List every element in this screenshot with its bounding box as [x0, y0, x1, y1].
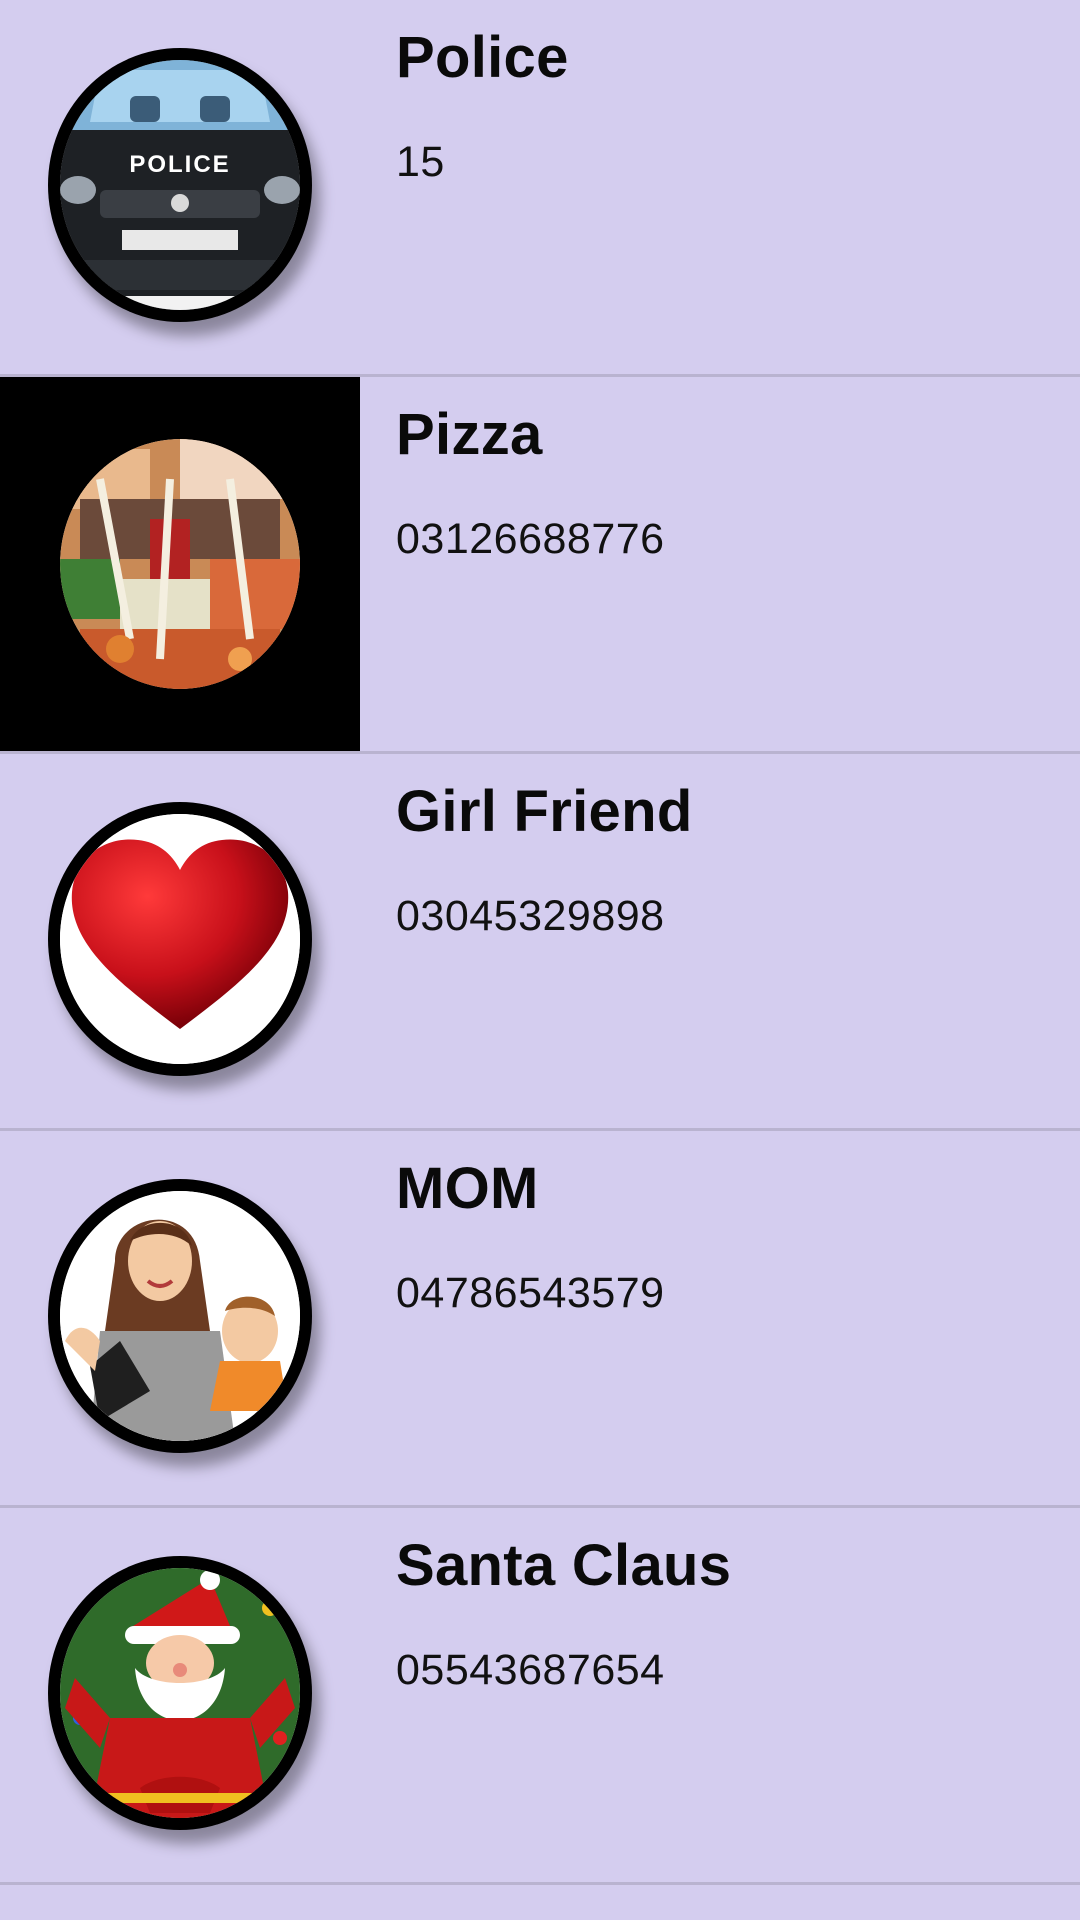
contact-name: MOM [396, 1156, 539, 1221]
contact-number: 03126688776 [396, 515, 665, 563]
contact-row-santa-claus[interactable]: Santa Claus 05543687654 [0, 1508, 1080, 1885]
contact-thumb: POLICE [0, 0, 360, 374]
contact-number: 04786543579 [396, 1269, 665, 1317]
contact-thumb [0, 1508, 360, 1882]
police-car-icon: POLICE [48, 48, 312, 322]
contact-row-pizza[interactable]: Pizza 03126688776 [0, 377, 1080, 754]
contact-row-police[interactable]: POLICE Police 15 [0, 0, 1080, 377]
contact-number: 03045329898 [396, 892, 665, 940]
contact-row-mom[interactable]: MOM 04786543579 [0, 1131, 1080, 1508]
contact-name: Santa Claus [396, 1533, 732, 1598]
mom-icon [48, 1179, 312, 1453]
contact-list: POLICE Police 15 Pizza 03126688776 Girl … [0, 0, 1080, 1920]
row-divider [0, 1882, 1080, 1885]
police-label: POLICE [129, 151, 230, 178]
contact-thumb [0, 754, 360, 1128]
contact-row-girl-friend[interactable]: Girl Friend 03045329898 [0, 754, 1080, 1131]
contact-name: Police [396, 25, 569, 90]
contact-number: 15 [396, 138, 445, 186]
contact-number: 05543687654 [396, 1646, 665, 1694]
contact-thumb [0, 1131, 360, 1505]
contact-thumb [0, 377, 360, 751]
santa-icon [48, 1556, 312, 1830]
contact-name: Pizza [396, 402, 543, 467]
pizza-icon [60, 439, 300, 689]
heart-icon [48, 802, 312, 1076]
contact-name: Girl Friend [396, 779, 693, 844]
